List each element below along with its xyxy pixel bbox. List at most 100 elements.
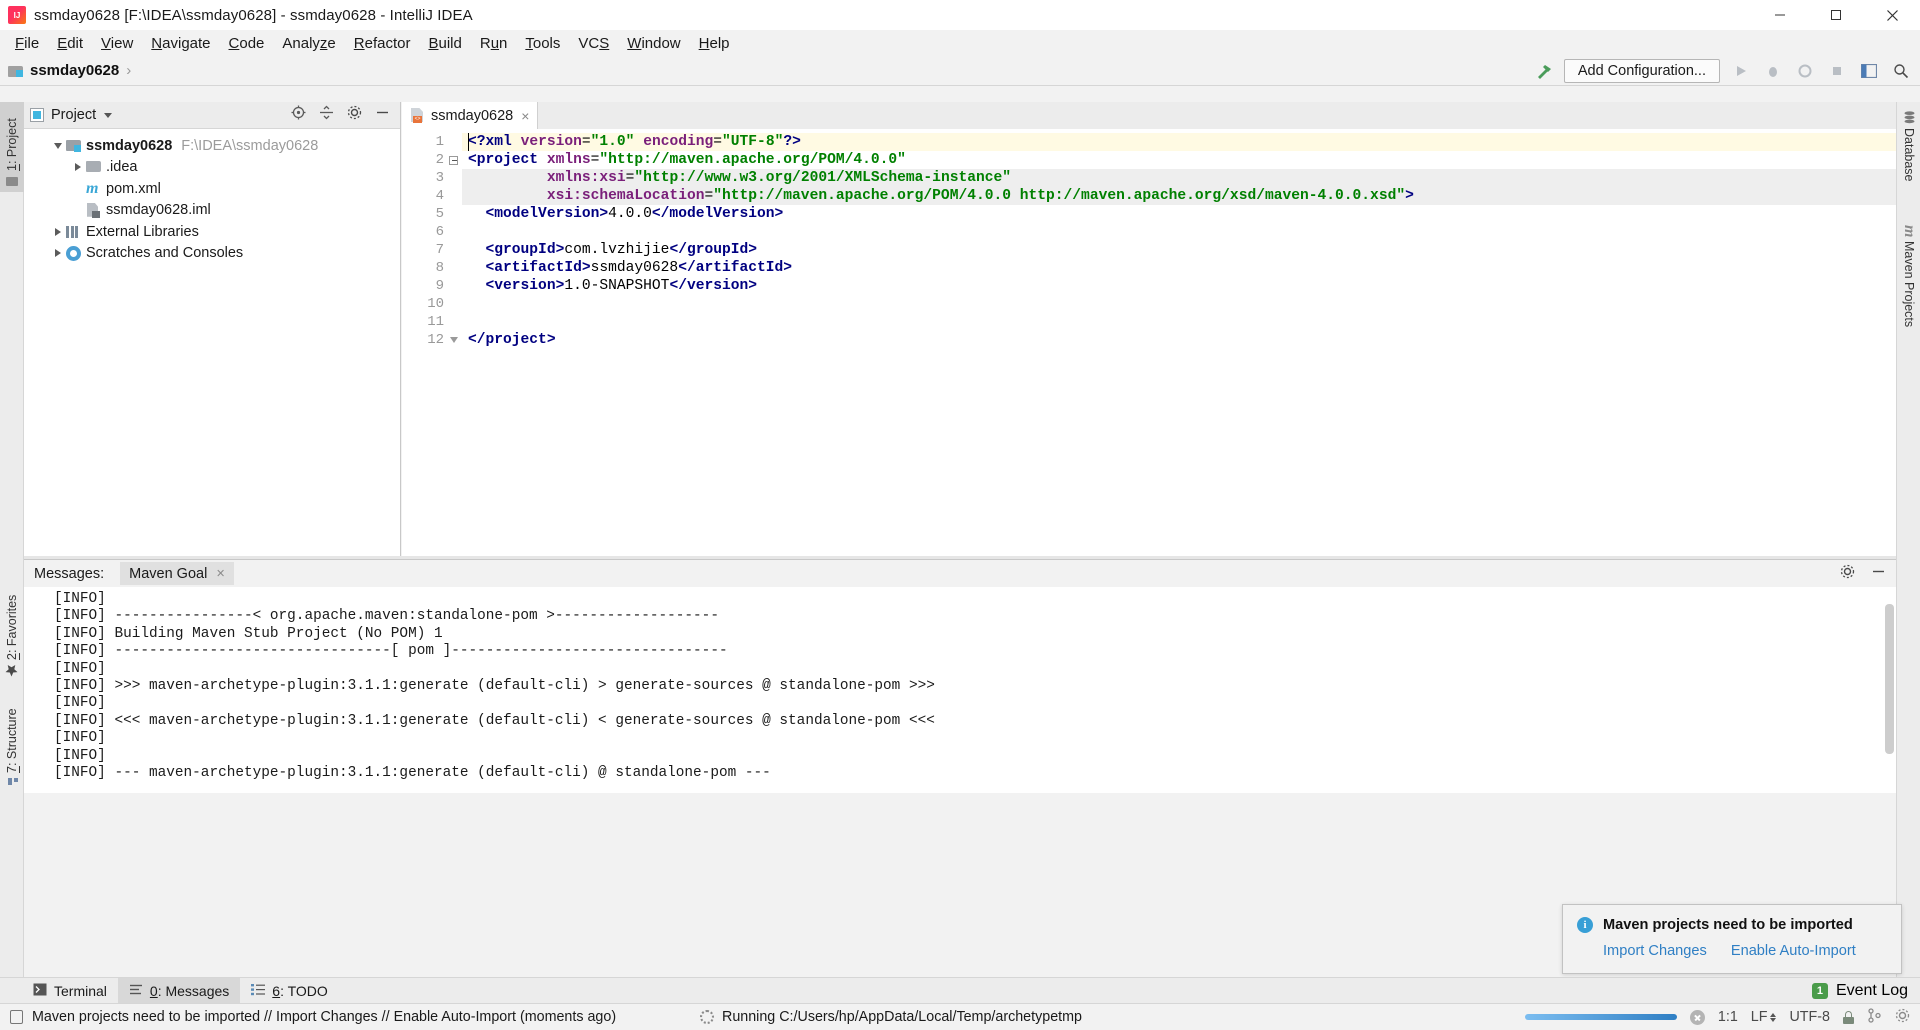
- tree-node-label: ssmday0628.iml: [106, 202, 211, 219]
- menu-window[interactable]: Window: [618, 33, 689, 54]
- locate-file-icon[interactable]: [291, 105, 306, 125]
- project-panel-header: Project: [24, 102, 400, 129]
- bottom-tab-terminal[interactable]: Terminal: [22, 978, 118, 1004]
- spinner-icon: [700, 1010, 714, 1024]
- menu-help[interactable]: Help: [690, 33, 739, 54]
- add-configuration-button[interactable]: Add Configuration...: [1563, 58, 1720, 83]
- messages-tool-window: Messages: Maven Goal × [INFO] [INFO] ----…: [24, 559, 1896, 793]
- code-line: xmlns:xsi="http://www.w3.org/2001/XMLSch…: [546, 170, 1012, 186]
- menu-view[interactable]: View: [92, 33, 142, 54]
- stop-process-icon[interactable]: [1689, 1009, 1705, 1025]
- code-line: </project>: [468, 332, 556, 348]
- search-everywhere-icon[interactable]: [1890, 60, 1912, 82]
- run-with-coverage-icon[interactable]: [1794, 60, 1816, 82]
- tree-node-ssmday0628[interactable]: ssmday0628 F:\IDEA\ssmday0628: [24, 135, 400, 157]
- event-log-label[interactable]: Event Log: [1836, 982, 1908, 1000]
- status-message-area[interactable]: Maven projects need to be imported // Im…: [10, 1009, 616, 1025]
- line-separator[interactable]: LF: [1751, 1009, 1777, 1025]
- close-icon[interactable]: ×: [216, 566, 224, 582]
- hammer-icon[interactable]: [1534, 61, 1554, 81]
- close-icon[interactable]: ×: [521, 108, 529, 124]
- vcs-branch-icon[interactable]: [1867, 1007, 1882, 1027]
- menu-edit[interactable]: Edit: [48, 33, 92, 54]
- menu-refactor[interactable]: Refactor: [345, 33, 420, 54]
- code-fold-toggle[interactable]: [448, 331, 459, 349]
- menu-build[interactable]: Build: [419, 33, 470, 54]
- sidebar-item-maven-projects[interactable]: m Maven Projects: [1897, 220, 1920, 370]
- menu-navigate[interactable]: Navigate: [142, 33, 219, 54]
- database-icon: [1902, 111, 1916, 124]
- chevron-right-icon[interactable]: [50, 249, 66, 258]
- tree-node-label: External Libraries: [86, 223, 199, 240]
- console-output[interactable]: [INFO] [INFO] ----------------< org.apach…: [24, 587, 1896, 793]
- chevron-right-icon[interactable]: [70, 163, 86, 172]
- maximize-icon[interactable]: [1808, 0, 1864, 30]
- sidebar-item-favorites[interactable]: 2: Favorites: [0, 582, 24, 682]
- sidebar-item-structure[interactable]: 7: Structure: [0, 690, 24, 794]
- messages-label: Messages:: [34, 565, 105, 582]
- sidebar-item-database[interactable]: Database: [1897, 106, 1920, 211]
- editor-tab-ssmday0628[interactable]: <> ssmday0628 ×: [402, 102, 539, 129]
- minimize-icon[interactable]: [1752, 0, 1808, 30]
- code-fold-toggle[interactable]: [448, 151, 459, 169]
- code-text[interactable]: <?xml version="1.0" encoding="UTF-8"?> <p…: [462, 129, 1896, 556]
- close-icon[interactable]: [1864, 0, 1920, 30]
- messages-header: Messages: Maven Goal ×: [24, 560, 1896, 587]
- editor-area: <> ssmday0628 × 1 2 3 4 5 6 7 8 9 10 11 12 <?xml ve…: [402, 102, 1896, 556]
- tab-label: Maven Goal: [129, 565, 208, 582]
- line-number: 4: [435, 188, 444, 204]
- sidebar-item-project[interactable]: 1: Project: [0, 102, 24, 192]
- gear-icon[interactable]: [1895, 1008, 1910, 1027]
- line-number: 8: [435, 260, 444, 276]
- tree-node-label: ssmday0628: [86, 137, 173, 154]
- gear-icon[interactable]: [1840, 564, 1855, 584]
- line-number: 7: [435, 242, 444, 258]
- hide-icon[interactable]: [1871, 564, 1886, 584]
- tree-node-external-libraries[interactable]: External Libraries: [24, 221, 400, 243]
- read-only-lock-icon[interactable]: [1843, 1010, 1854, 1024]
- encoding[interactable]: UTF-8: [1789, 1009, 1830, 1025]
- info-icon: [1577, 917, 1593, 933]
- tree-node-label: pom.xml: [106, 180, 161, 197]
- console-line: [INFO] >>> maven-archetype-plugin:3.1.1:…: [54, 677, 935, 694]
- chevron-down-icon[interactable]: [104, 112, 113, 118]
- layout-icon[interactable]: [1858, 60, 1880, 82]
- import-changes-link[interactable]: Import Changes: [1603, 943, 1707, 959]
- menu-run[interactable]: Run: [471, 33, 517, 54]
- collapse-all-icon[interactable]: [319, 105, 334, 125]
- menu-code[interactable]: Code: [220, 33, 274, 54]
- tree-node-pom-xml[interactable]: m pom.xml: [24, 178, 400, 200]
- code-line: xsi:schemaLocation="http://maven.apache.…: [546, 188, 1414, 204]
- tree-node-iml[interactable]: ssmday0628.iml: [24, 200, 400, 222]
- console-line: [INFO] --------------------------------[…: [54, 643, 728, 660]
- tree-node-scratches[interactable]: Scratches and Consoles: [24, 243, 400, 265]
- menu-vcs[interactable]: VCS: [569, 33, 618, 54]
- chevron-right-icon[interactable]: [50, 227, 66, 236]
- menu-tools[interactable]: Tools: [516, 33, 569, 54]
- run-icon[interactable]: [1730, 60, 1752, 82]
- code-line: <modelVersion>4.0.0</modelVersion>: [485, 206, 784, 222]
- hide-icon[interactable]: [375, 105, 390, 125]
- stop-icon[interactable]: [1826, 60, 1848, 82]
- running-task-label: Running C:/Users/hp/AppData/Local/Temp/a…: [722, 1009, 1082, 1025]
- chevron-down-icon[interactable]: [50, 142, 66, 149]
- intellij-idea-icon: [8, 6, 26, 24]
- bottom-tab-todo[interactable]: 6: TODO: [240, 978, 339, 1004]
- console-line: [INFO] --- maven-archetype-plugin:3.1.1:…: [54, 764, 771, 781]
- code-line: <?xml version="1.0" encoding="UTF-8"?>: [468, 134, 801, 150]
- tab-maven-goal[interactable]: Maven Goal ×: [120, 562, 234, 585]
- bottom-tab-messages[interactable]: 0: Messages: [117, 977, 241, 1004]
- breadcrumb[interactable]: ssmday0628: [30, 62, 119, 79]
- gear-icon[interactable]: [347, 105, 362, 125]
- console-scrollbar[interactable]: [1885, 604, 1894, 754]
- project-tool-icon: [5, 175, 19, 187]
- debug-icon[interactable]: [1762, 60, 1784, 82]
- menu-file[interactable]: File: [6, 33, 48, 54]
- window-controls: [1752, 0, 1920, 30]
- menu-analyze[interactable]: Analyze: [273, 33, 344, 54]
- tree-node-idea[interactable]: .idea: [24, 157, 400, 179]
- status-message: Maven projects need to be imported // Im…: [32, 1009, 617, 1025]
- enable-auto-import-link[interactable]: Enable Auto-Import: [1731, 943, 1856, 959]
- structure-icon: [5, 777, 19, 789]
- caret-position[interactable]: 1:1: [1718, 1009, 1738, 1025]
